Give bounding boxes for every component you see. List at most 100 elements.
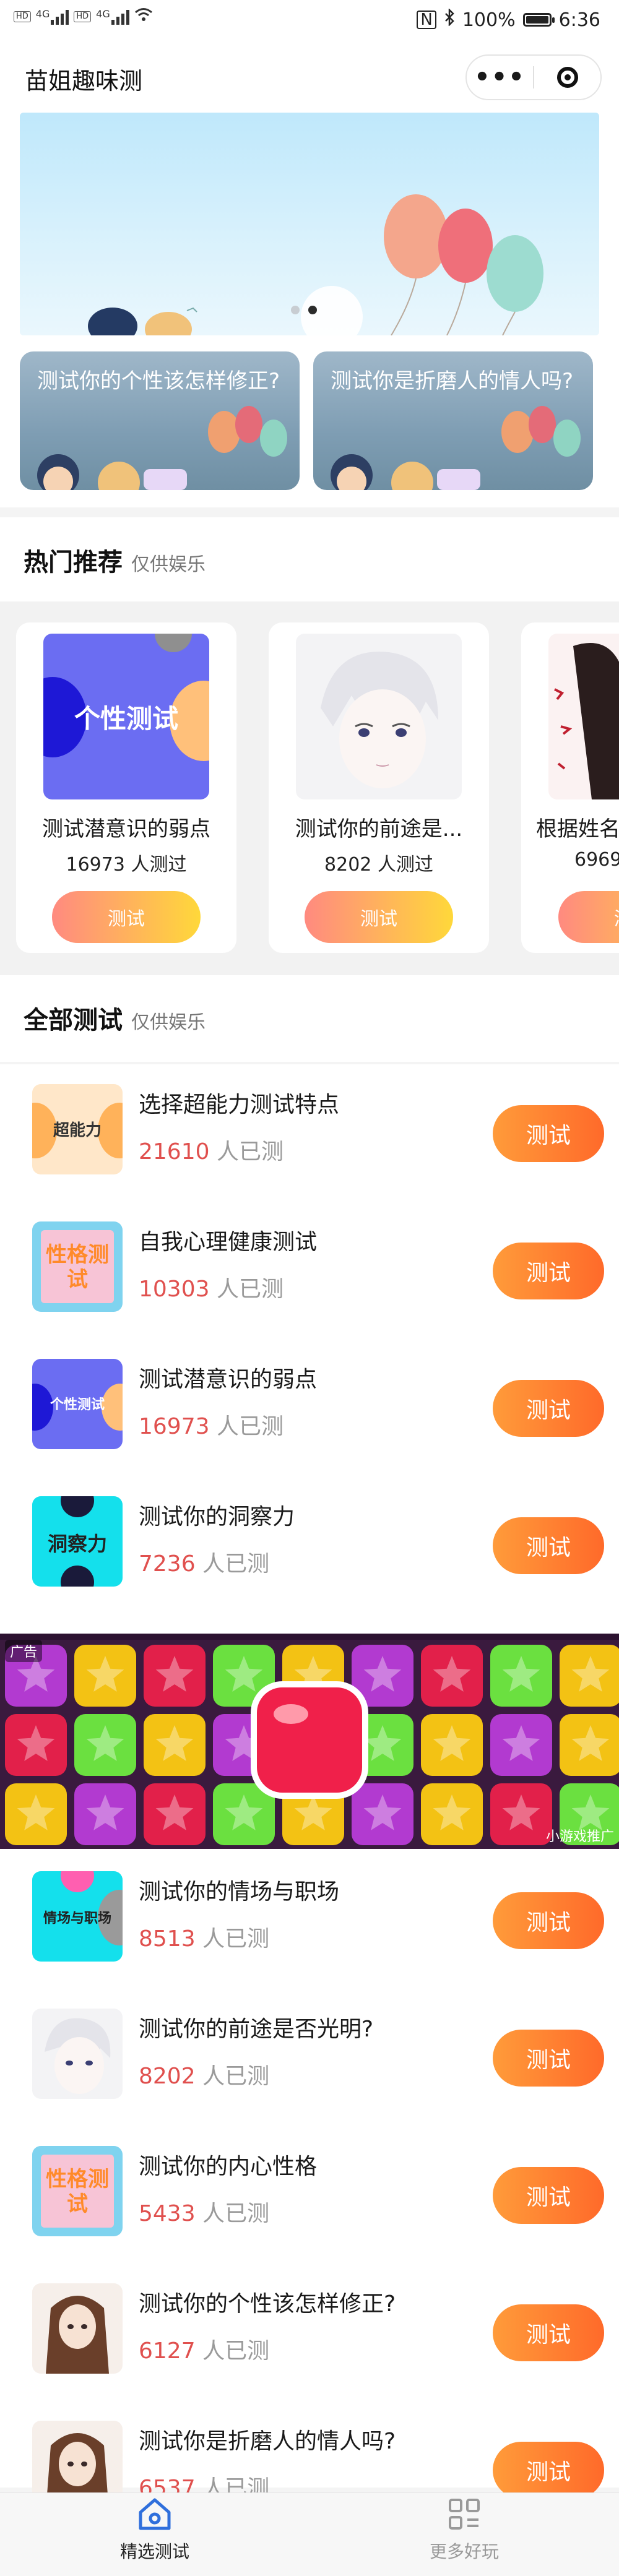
- count-suffix: 人已测: [202, 2064, 270, 2089]
- icon-text: 性格测试: [46, 2167, 109, 2216]
- list-item[interactable]: 测试你的个性该怎样修正? 6127 人已测 测试: [0, 2262, 619, 2400]
- count-number: 16973: [139, 1414, 210, 1439]
- item-icon: [32, 2009, 123, 2099]
- list-item[interactable]: 性格测试 自我心理健康测试 10303 人已测 测试: [0, 1200, 619, 1338]
- test-button[interactable]: 测试: [493, 2030, 604, 2087]
- card-title: 测试你的前途是...: [295, 817, 463, 842]
- count-number: 6127: [139, 2338, 196, 2364]
- test-button[interactable]: 测试: [493, 2167, 604, 2224]
- anime-boy-illustration: [321, 652, 438, 788]
- section-title: 热门推荐: [24, 548, 123, 577]
- count-suffix: 人已测: [202, 1926, 270, 1952]
- signal-icon: [51, 9, 69, 25]
- count-suffix: 人已测: [202, 2338, 270, 2364]
- section-subtitle: 仅供娱乐: [131, 554, 206, 575]
- card-test-button[interactable]: 测试: [52, 891, 201, 943]
- test-button[interactable]: 测试: [493, 2304, 604, 2361]
- item-icon: 性格测试: [32, 1221, 123, 1312]
- section-subtitle: 仅供娱乐: [131, 1012, 206, 1033]
- item-title: 测试你的内心性格: [139, 2154, 318, 2179]
- banner-carousel[interactable]: [20, 113, 599, 335]
- all-title-group: 全部测试 仅供娱乐: [24, 1000, 206, 1036]
- card-test-button[interactable]: 测试: [305, 891, 453, 943]
- test-button[interactable]: 测试: [493, 2442, 604, 2499]
- more-icon[interactable]: •••: [467, 65, 533, 90]
- hot-title-group: 热门推荐 仅供娱乐: [24, 542, 206, 578]
- count-number: 21610: [139, 1139, 210, 1165]
- count-suffix: 人已测: [202, 1551, 270, 1577]
- hot-card-partial[interactable]: 根据姓名 6969 测试: [521, 622, 619, 953]
- test-button[interactable]: 测试: [493, 1243, 604, 1299]
- battery-icon: [522, 13, 555, 27]
- quick-entry-label: 测试你是折磨人的情人吗?: [331, 369, 574, 394]
- icon-text: 性格测试: [46, 1243, 109, 1292]
- icon-text: 个性测试: [50, 1397, 105, 1413]
- card-title: 根据姓名: [536, 817, 619, 842]
- item-icon: 洞察力: [32, 1496, 123, 1587]
- quick-entry-1[interactable]: 测试你的个性该怎样修正?: [20, 351, 300, 490]
- list-item[interactable]: 情场与职场 测试你的情场与职场 8513 人已测 测试: [0, 1850, 619, 1988]
- hd-badge: HD: [14, 11, 31, 22]
- item-count: 16973 人已测: [139, 1408, 284, 1441]
- card-count: 6969: [574, 849, 619, 871]
- card-test-button[interactable]: 测试: [558, 891, 619, 943]
- card-thumbnail: [296, 634, 462, 799]
- section-title: 全部测试: [24, 1006, 123, 1035]
- count-suffix: 人已测: [216, 1139, 284, 1165]
- card-thumbnail: [548, 634, 619, 799]
- tab-label: 更多好玩: [429, 2541, 499, 2562]
- carousel-dot-active: [308, 306, 317, 314]
- list-item[interactable]: 个性测试 测试潜意识的弱点 16973 人已测 测试: [0, 1338, 619, 1475]
- carousel-dot: [291, 306, 300, 314]
- item-icon: 性格测试: [32, 2146, 123, 2236]
- quick-entry-2[interactable]: 测试你是折磨人的情人吗?: [313, 351, 593, 490]
- tab-label: 精选测试: [119, 2541, 189, 2562]
- card-title: 测试潜意识的弱点: [42, 817, 210, 842]
- item-title: 测试潜意识的弱点: [139, 1367, 318, 1392]
- thumb-text: 个性测试: [74, 704, 178, 734]
- status-right: N 100% 6:36: [417, 7, 600, 31]
- anime-girl-illustration: [554, 643, 619, 799]
- test-button[interactable]: 测试: [493, 1380, 604, 1437]
- list-item[interactable]: 超能力 选择超能力测试特点 21610 人已测 测试: [0, 1063, 619, 1200]
- count-number: 8202: [139, 2064, 196, 2089]
- test-button[interactable]: 测试: [493, 1105, 604, 1162]
- game-ad-banner[interactable]: [0, 1634, 619, 1849]
- item-title: 测试你的情场与职场: [139, 1879, 340, 1905]
- close-target-icon[interactable]: [534, 67, 600, 88]
- hot-card[interactable]: 测试你的前途是... 8202 人测过 测试: [269, 622, 489, 953]
- count-suffix: 人已测: [216, 1414, 284, 1439]
- icon-text: 情场与职场: [43, 1911, 111, 1926]
- item-icon: 超能力: [32, 1084, 123, 1174]
- test-button[interactable]: 测试: [493, 1517, 604, 1574]
- tab-more-fun[interactable]: 更多好玩: [396, 2495, 532, 2563]
- banner-illustration: [88, 194, 543, 335]
- item-title: 自我心理健康测试: [139, 1230, 318, 1255]
- item-count: 7236 人已测: [139, 1546, 269, 1578]
- hot-card[interactable]: 个性测试 测试潜意识的弱点 16973 人测过 测试: [16, 622, 236, 953]
- list-item[interactable]: 性格测试 测试你的内心性格 5433 人已测 测试: [0, 2125, 619, 2262]
- list-item[interactable]: 洞察力 测试你的洞察力 7236 人已测 测试: [0, 1475, 619, 1613]
- quick-entry-label: 测试你的个性该怎样修正?: [37, 369, 280, 394]
- item-title: 测试你的洞察力: [139, 1504, 295, 1530]
- tab-featured[interactable]: 精选测试: [87, 2495, 223, 2563]
- count-number: 10303: [139, 1277, 210, 1302]
- list-item[interactable]: 测试你的前途是否光明? 8202 人已测 测试: [0, 1988, 619, 2125]
- icon-text: 超能力: [53, 1121, 102, 1140]
- nfc-icon: N: [417, 11, 436, 29]
- battery-percent: 100%: [462, 9, 516, 31]
- item-title: 测试你的前途是否光明?: [139, 2017, 374, 2042]
- test-button[interactable]: 测试: [493, 1892, 604, 1949]
- count-number: 5433: [139, 2201, 196, 2226]
- grid-icon: [449, 2499, 480, 2530]
- item-count: 5433 人已测: [139, 2195, 269, 2228]
- anime-girl-icon: [46, 2296, 109, 2374]
- item-icon: 个性测试: [32, 1359, 123, 1449]
- network-type-2: 4G: [96, 7, 110, 20]
- hd-badge-2: HD: [74, 11, 92, 22]
- item-count: 6127 人已测: [139, 2333, 269, 2365]
- item-title: 测试你的个性该怎样修正?: [139, 2291, 396, 2317]
- item-count: 8202 人已测: [139, 2058, 269, 2090]
- item-count: 8513 人已测: [139, 1921, 269, 1953]
- home-icon: [139, 2498, 171, 2530]
